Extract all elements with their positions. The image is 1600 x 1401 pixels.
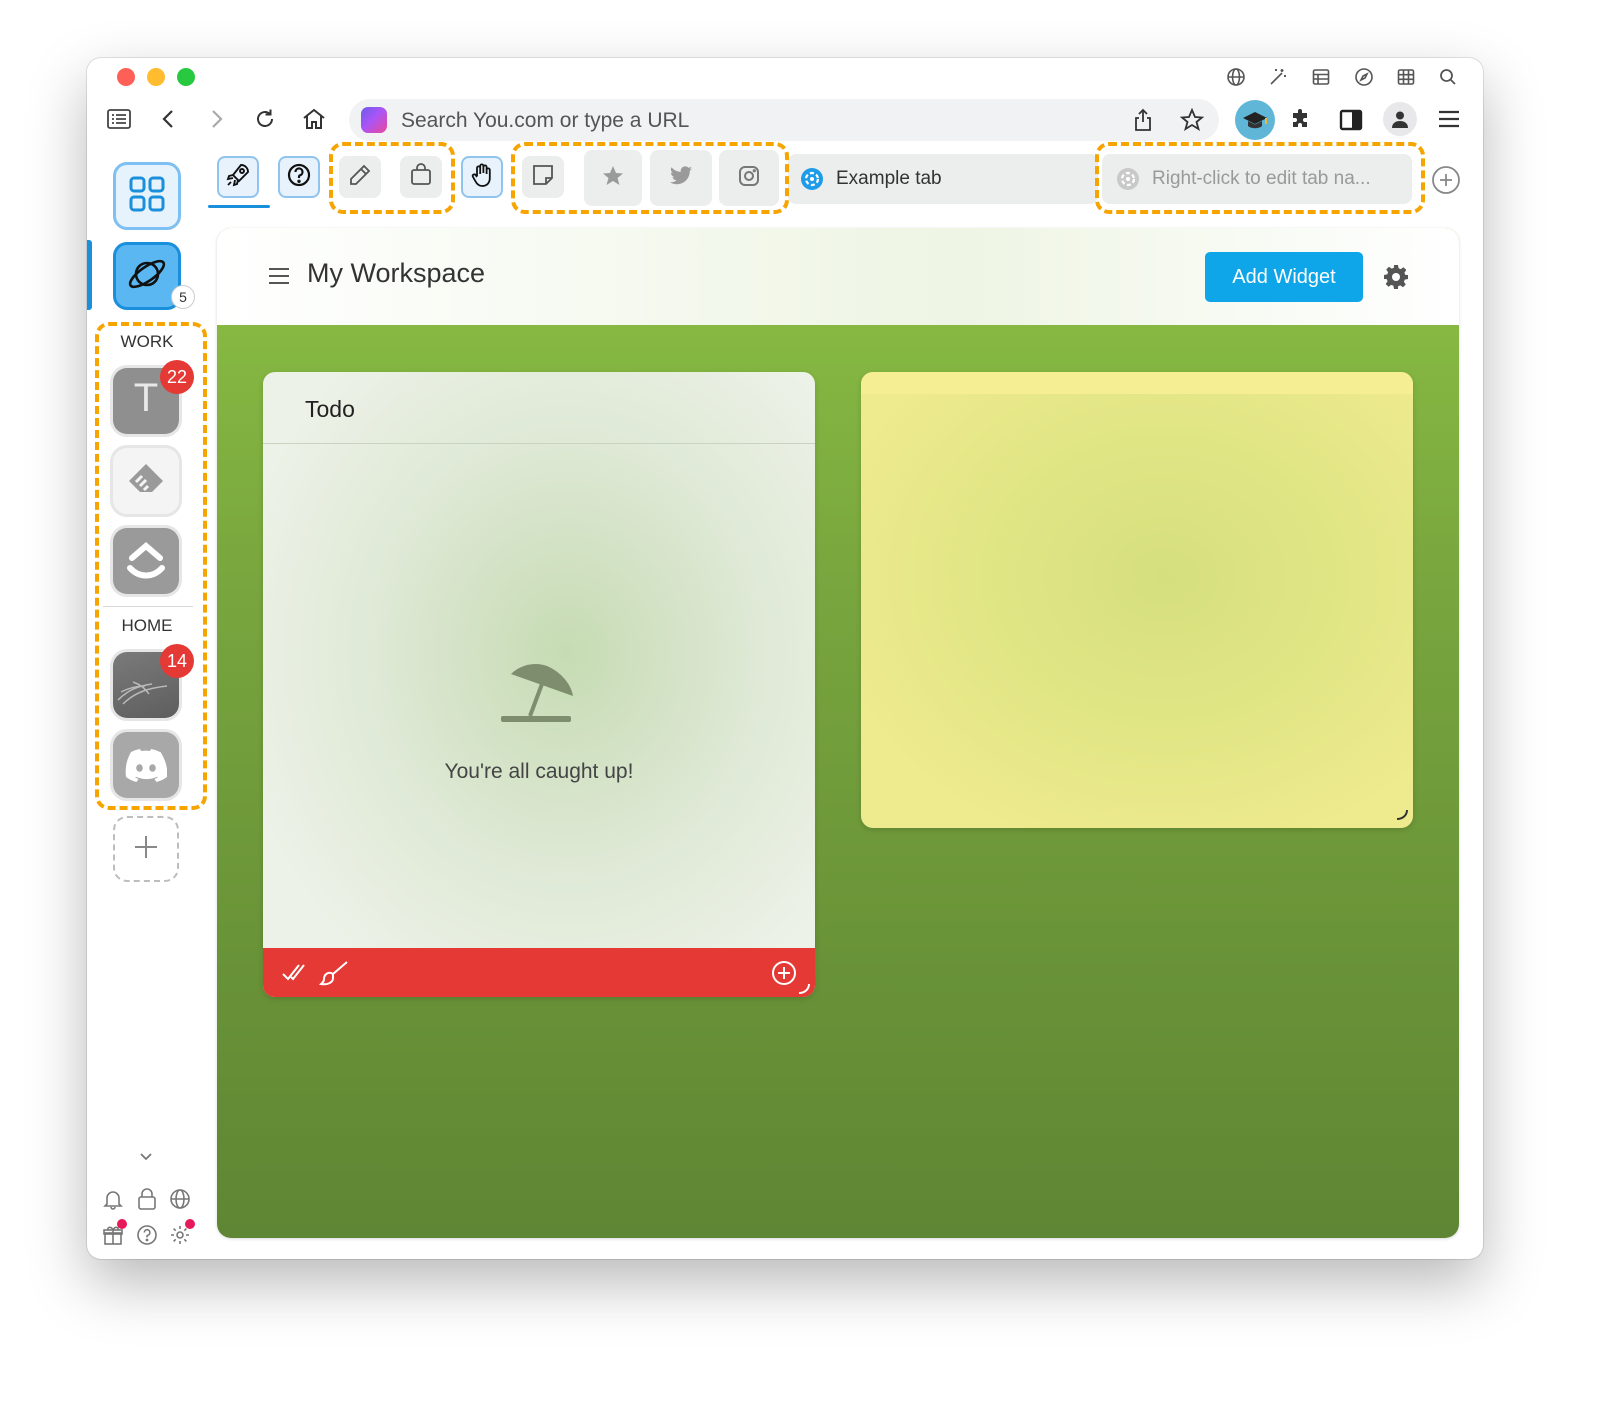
magic-wand-icon[interactable] (1267, 66, 1289, 88)
help-icon[interactable] (136, 1224, 158, 1251)
hamburger-menu-icon[interactable] (267, 266, 291, 291)
clickup-app-button[interactable] (113, 528, 179, 594)
new-tab-button[interactable] (1431, 165, 1461, 200)
hand-tab[interactable] (461, 156, 503, 198)
globe-icon[interactable] (169, 1188, 191, 1215)
notification-dot (185, 1219, 195, 1229)
notification-dot (117, 1219, 127, 1229)
gear-icon[interactable] (1383, 264, 1409, 295)
dashboard-button[interactable] (113, 162, 181, 230)
zoom-window-button[interactable] (177, 68, 195, 86)
discord-icon (125, 747, 168, 788)
graduation-cap-extension-icon[interactable] (1235, 100, 1275, 140)
close-window-button[interactable] (117, 68, 135, 86)
dashboard-icon (127, 174, 167, 219)
group-label-work: WORK (120, 332, 174, 351)
globe-icon[interactable] (1225, 66, 1247, 88)
todo-footer (263, 948, 815, 997)
reading-list-icon[interactable] (102, 102, 136, 136)
minimize-window-button[interactable] (147, 68, 165, 86)
home-icon[interactable] (297, 102, 331, 136)
add-todo-button[interactable] (771, 960, 797, 991)
reload-icon[interactable] (248, 102, 282, 136)
checkmark-icon[interactable] (281, 960, 307, 989)
workspace-header: My Workspace Add Widget (217, 228, 1459, 325)
space-count-badge: 5 (171, 285, 195, 309)
t-app-badge: 22 (160, 360, 194, 394)
pencil-icon (348, 163, 372, 192)
star-icon[interactable] (1179, 107, 1205, 137)
todo-title: Todo (305, 396, 355, 422)
table-icon[interactable] (1310, 66, 1332, 88)
tab-favicon-icon (1116, 167, 1140, 191)
you-com-logo-icon (361, 107, 387, 133)
twitter-tab[interactable] (650, 150, 712, 206)
search-icon[interactable] (1437, 66, 1459, 88)
add-app-button[interactable] (113, 816, 179, 882)
space-button[interactable]: 5 (113, 242, 195, 310)
pencil-tab[interactable] (339, 156, 381, 198)
planet-icon (125, 252, 169, 301)
workspace-title: My Workspace (307, 258, 486, 288)
star-icon (601, 164, 625, 193)
sidebar-icon[interactable] (1339, 108, 1363, 137)
active-tab-indicator (208, 205, 270, 208)
url-input[interactable] (399, 99, 1103, 143)
extensions-icon[interactable] (1289, 108, 1313, 137)
browser-window: Example tab Right-click to edit tab na..… (87, 58, 1483, 1259)
brush-icon[interactable] (318, 960, 349, 991)
shopping-bag-tab[interactable] (400, 156, 442, 198)
umbrella-icon (499, 660, 579, 731)
discord-app-button[interactable] (113, 732, 179, 798)
sticky-note-header[interactable] (861, 372, 1413, 394)
bell-icon[interactable] (102, 1188, 124, 1215)
resize-handle-icon[interactable] (1395, 808, 1409, 826)
todo-divider (263, 443, 815, 444)
shopping-bag-icon (409, 162, 433, 192)
back-icon[interactable] (152, 102, 186, 136)
help-icon (286, 162, 312, 193)
address-bar[interactable] (349, 99, 1219, 143)
example-tab-label: Example tab (836, 168, 942, 189)
example-tab[interactable]: Example tab (788, 154, 1098, 204)
twitter-icon (669, 165, 693, 192)
share-icon[interactable] (1132, 108, 1154, 137)
resize-handle-icon[interactable] (797, 982, 811, 997)
tab-favicon-icon (800, 167, 824, 191)
favorites-tab[interactable] (584, 150, 642, 206)
plus-icon (132, 833, 160, 866)
todo-widget: Todo You're all caught up! (263, 372, 815, 997)
group-divider (103, 606, 193, 607)
sticky-note-widget[interactable] (861, 372, 1413, 828)
photo-app-badge: 14 (160, 644, 194, 678)
grid-icon[interactable] (1395, 66, 1417, 88)
add-widget-button[interactable]: Add Widget (1205, 252, 1363, 302)
todo-empty-message: You're all caught up! (444, 760, 634, 783)
workspace-panel: My Workspace Add Widget Todo You're all … (217, 228, 1459, 1238)
sticky-note-tab[interactable] (522, 156, 564, 198)
help-tab[interactable] (278, 156, 320, 198)
active-space-indicator (87, 240, 92, 310)
sticky-note-icon (530, 162, 556, 193)
lock-icon[interactable] (136, 1187, 158, 1216)
edit-tab[interactable]: Right-click to edit tab na... (1102, 154, 1412, 204)
menu-icon[interactable] (1437, 108, 1461, 135)
chevron-down-icon[interactable] (137, 1150, 155, 1168)
hand-icon (469, 162, 495, 193)
feedly-app-button[interactable] (113, 448, 179, 514)
instagram-icon (737, 164, 761, 193)
profile-icon[interactable] (1383, 102, 1417, 136)
rocket-tab[interactable] (217, 156, 259, 198)
compass-icon[interactable] (1353, 66, 1375, 88)
feedly-icon (126, 461, 166, 506)
edit-tab-label: Right-click to edit tab na... (1152, 168, 1371, 189)
group-label-home: HOME (121, 616, 173, 635)
rocket-icon (225, 162, 251, 193)
instagram-tab[interactable] (719, 150, 779, 206)
clickup-icon (124, 538, 168, 589)
forward-icon[interactable] (199, 102, 233, 136)
